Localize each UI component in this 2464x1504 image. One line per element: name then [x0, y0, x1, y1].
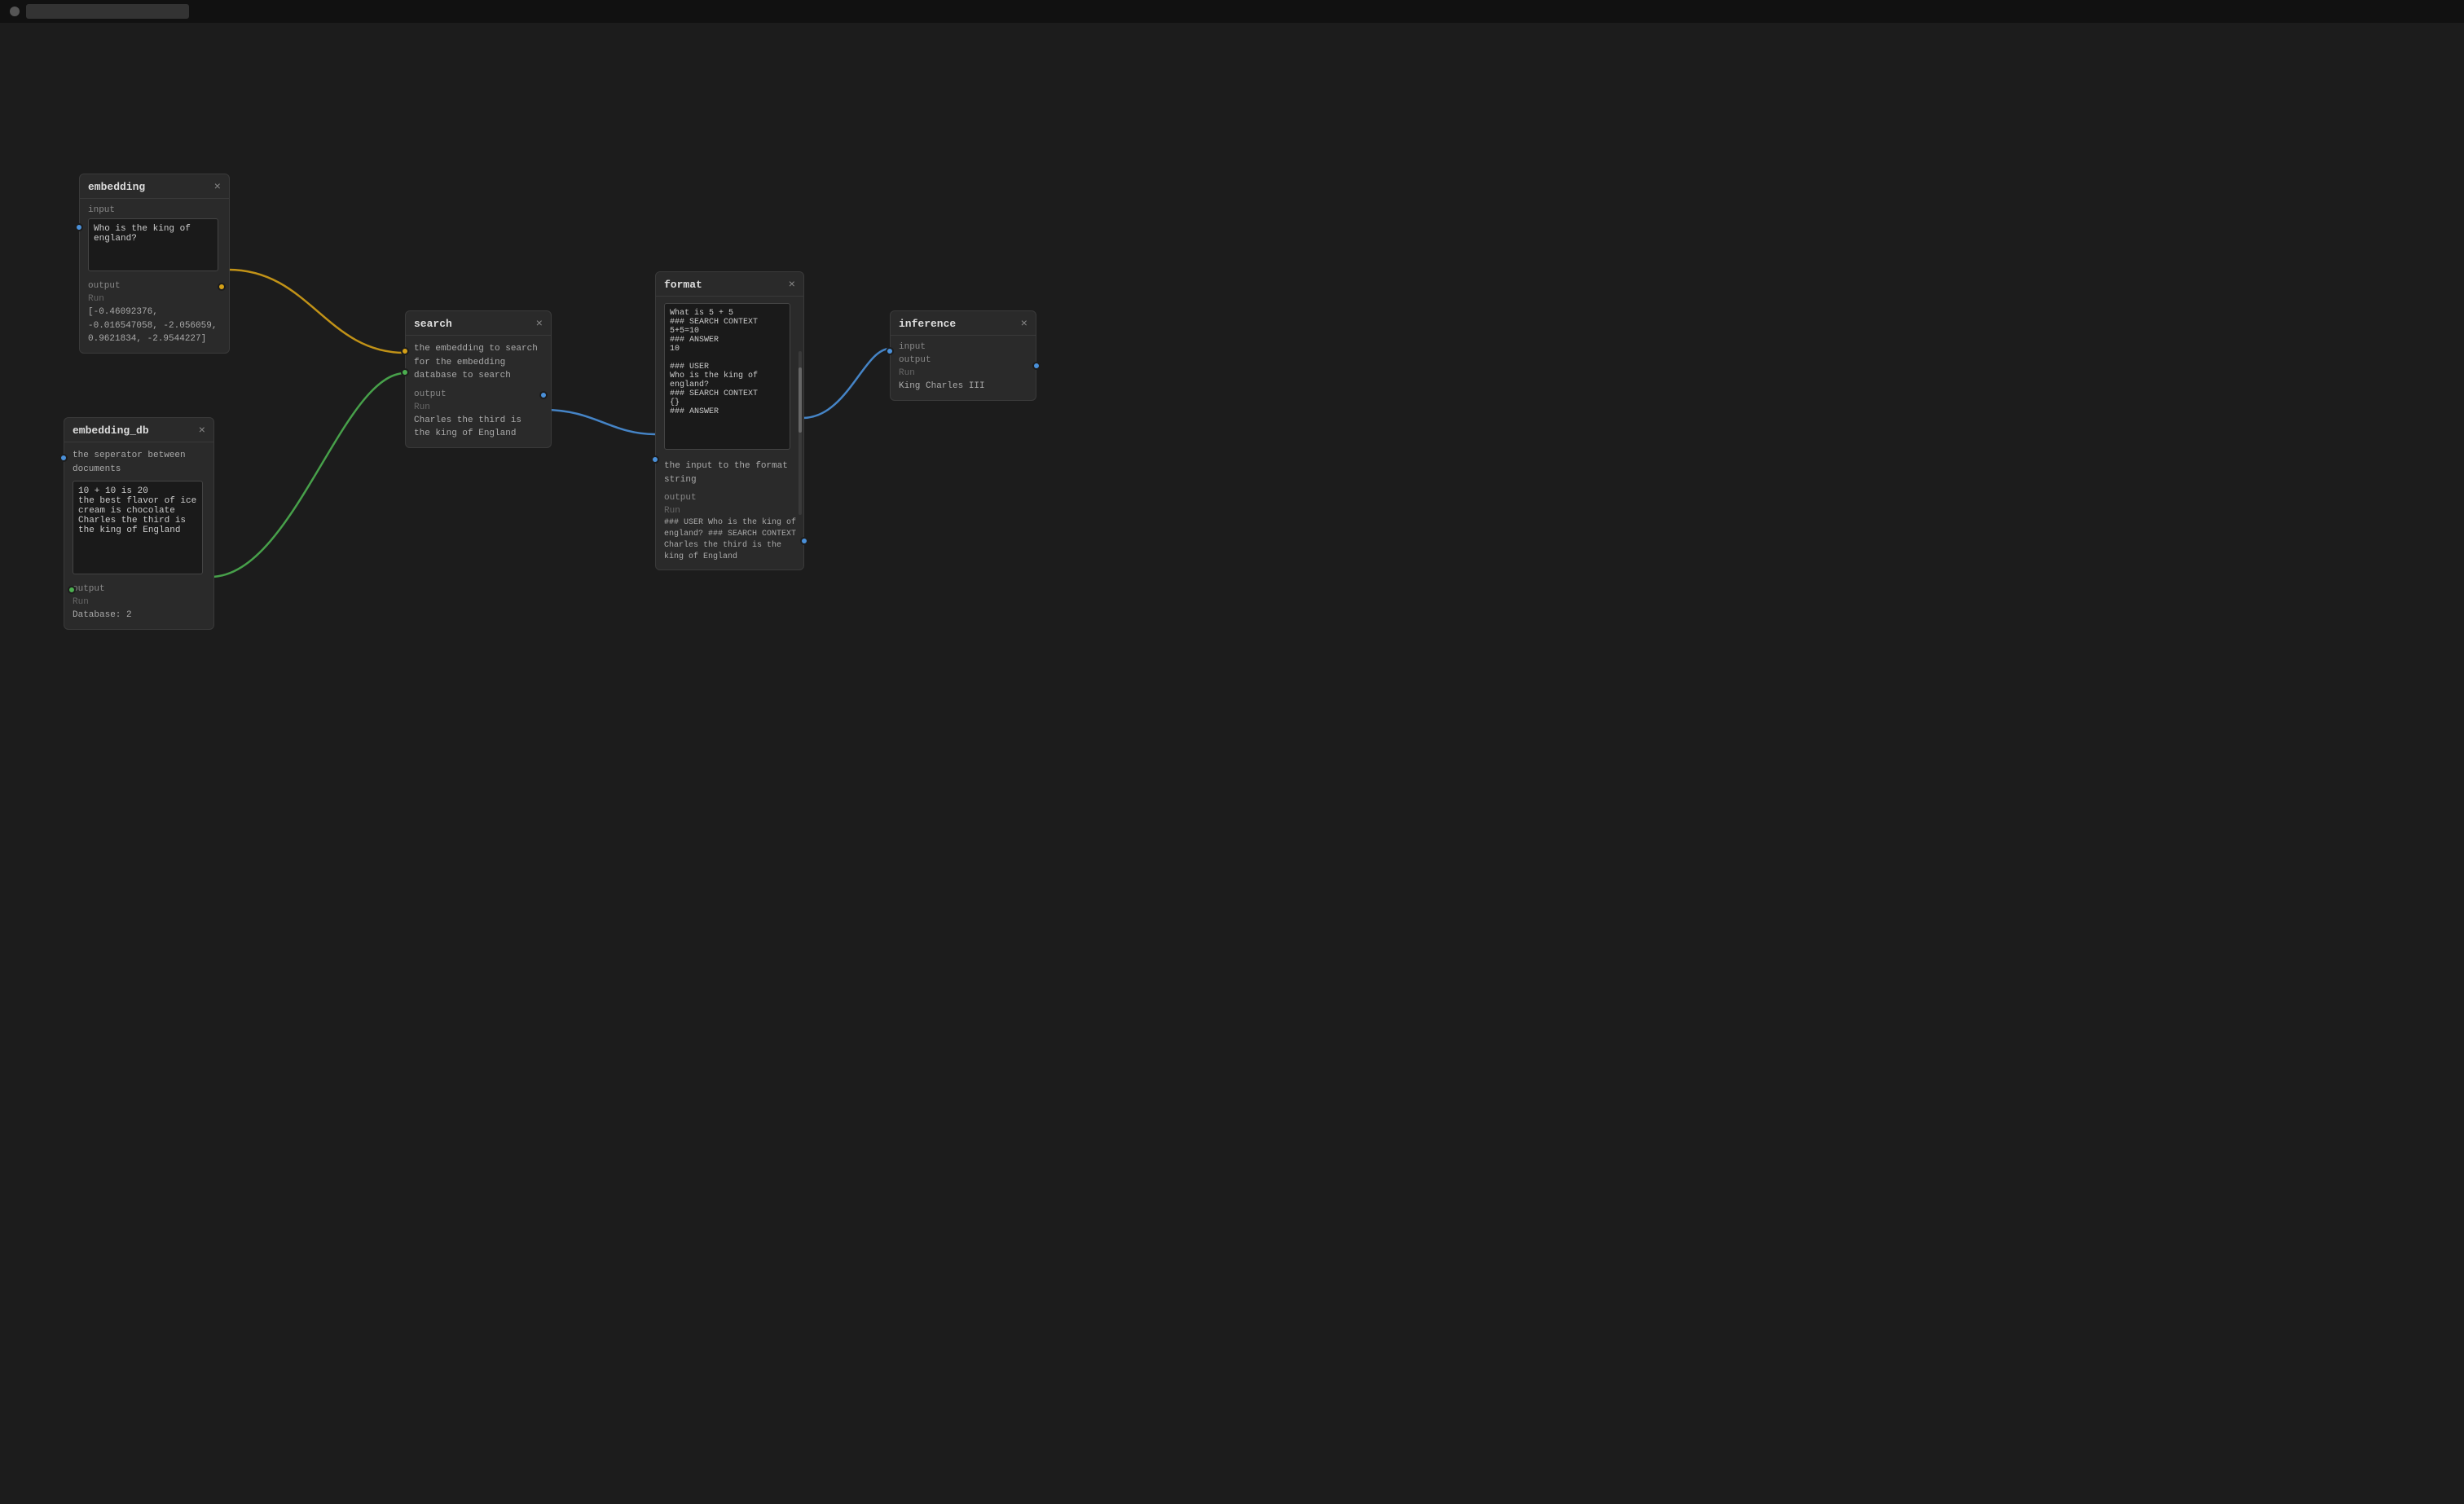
- connections-svg: [0, 23, 2464, 1504]
- embedding-db-output-port[interactable]: [68, 586, 76, 594]
- embedding-db-content[interactable]: [73, 481, 203, 574]
- format-output-port[interactable]: [800, 537, 808, 545]
- embedding-db-sep-label: the seperator between documents: [73, 449, 205, 476]
- titlebar-dot: [10, 7, 20, 16]
- embedding-db-node: embedding_db × the seperator between doc…: [64, 417, 214, 630]
- format-input-section: the input to the format string: [664, 460, 799, 486]
- format-close[interactable]: ×: [789, 279, 795, 291]
- format-output-section: output Run ### USER Who is the king of e…: [664, 493, 799, 563]
- embedding-db-header: embedding_db ×: [64, 418, 213, 442]
- inference-output-label: output: [899, 355, 1027, 365]
- inference-close[interactable]: ×: [1021, 319, 1027, 330]
- embedding-db-title: embedding_db: [73, 424, 149, 437]
- embedding-output-port[interactable]: [218, 283, 226, 291]
- format-scrollbar-thumb[interactable]: [799, 367, 802, 433]
- inference-title: inference: [899, 318, 956, 330]
- embedding-input-field[interactable]: [88, 218, 218, 271]
- inference-node: inference × input output Run King Charle…: [890, 310, 1036, 401]
- embedding-db-close[interactable]: ×: [199, 425, 205, 437]
- search-header: search ×: [406, 311, 551, 336]
- embedding-node-header: embedding ×: [80, 174, 229, 199]
- embedding-body: input output Run [-0.46092376, -0.016547…: [80, 199, 229, 353]
- embedding-output-section: output Run [-0.46092376, -0.016547058, -…: [88, 281, 221, 346]
- format-run[interactable]: Run: [664, 506, 799, 516]
- format-output-value: ### USER Who is the king of england? ###…: [664, 517, 799, 563]
- inference-body: input output Run King Charles III: [891, 336, 1036, 400]
- search-output-section: output Run Charles the third is the king…: [414, 389, 543, 441]
- search-title: search: [414, 318, 452, 330]
- titlebar: [0, 0, 2464, 23]
- embedding-run[interactable]: Run: [88, 294, 221, 304]
- inference-run[interactable]: Run: [899, 368, 1027, 378]
- format-title: format: [664, 279, 702, 291]
- inference-output-port[interactable]: [1032, 362, 1041, 370]
- search-run[interactable]: Run: [414, 402, 543, 412]
- embedding-db-input-port[interactable]: [59, 454, 68, 462]
- search-db-port[interactable]: [401, 368, 409, 376]
- format-body: the input to the format string output Ru…: [656, 297, 803, 569]
- format-input-label: the input to the format string: [664, 460, 799, 486]
- search-desc: the embedding to search for the embeddin…: [414, 342, 543, 383]
- format-scrollbar-track[interactable]: [799, 351, 802, 515]
- titlebar-input[interactable]: [26, 4, 189, 19]
- format-node: format × the input to the format string …: [655, 271, 804, 570]
- search-node: search × the embedding to search for the…: [405, 310, 552, 448]
- embedding-db-output-label: output: [73, 584, 205, 594]
- embedding-input-port[interactable]: [75, 223, 83, 231]
- inference-input-label: input: [899, 342, 1027, 352]
- search-emb-port[interactable]: [401, 347, 409, 355]
- embedding-db-body: the seperator between documents output R…: [64, 442, 213, 629]
- search-close[interactable]: ×: [536, 319, 543, 330]
- embedding-input-label: input: [88, 205, 221, 215]
- inference-input-port[interactable]: [886, 347, 894, 355]
- embedding-output-label: output: [88, 281, 221, 291]
- format-header: format ×: [656, 272, 803, 297]
- inference-header: inference ×: [891, 311, 1036, 336]
- embedding-output-value: [-0.46092376, -0.016547058, -2.056059, 0…: [88, 306, 221, 346]
- embedding-db-run[interactable]: Run: [73, 597, 205, 607]
- canvas: embedding × input output Run [-0.4609237…: [0, 23, 2464, 1504]
- embedding-close[interactable]: ×: [214, 182, 221, 193]
- format-output-label: output: [664, 493, 799, 503]
- search-body: the embedding to search for the embeddin…: [406, 336, 551, 447]
- format-content[interactable]: [664, 303, 790, 450]
- embedding-db-output-section: output Run Database: 2: [73, 584, 205, 622]
- format-input-port[interactable]: [651, 455, 659, 464]
- search-output-label: output: [414, 389, 543, 399]
- search-output-value: Charles the third is the king of England: [414, 414, 543, 441]
- embedding-db-output-value: Database: 2: [73, 609, 205, 622]
- search-output-port[interactable]: [539, 391, 548, 399]
- inference-output-value: King Charles III: [899, 380, 1027, 394]
- embedding-node: embedding × input output Run [-0.4609237…: [79, 174, 230, 354]
- embedding-title: embedding: [88, 181, 145, 193]
